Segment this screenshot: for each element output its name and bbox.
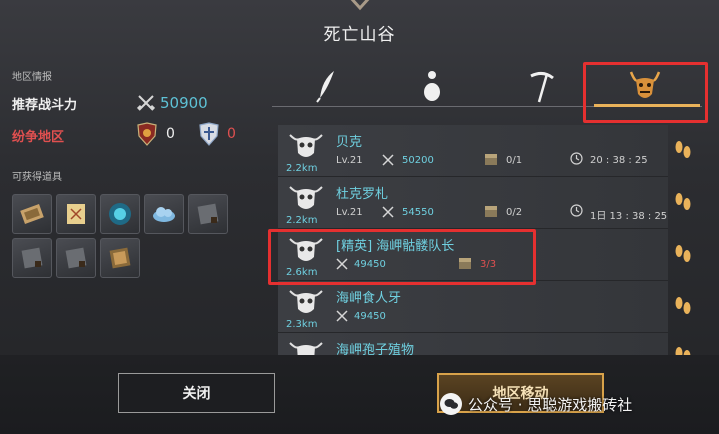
wechat-icon [440, 393, 462, 415]
cloud-icon [153, 207, 175, 222]
crossed-swords-icon [382, 206, 394, 218]
blue-orb-item[interactable] [100, 194, 140, 234]
bronze-box-item[interactable] [100, 238, 140, 278]
respawn-time: 20 : 38 : 25 [590, 155, 648, 166]
recommended-power-value: 50900 [160, 94, 208, 112]
figure-icon [424, 71, 440, 101]
monster-name: 海岬孢子殖物 [336, 343, 415, 355]
clock-icon [570, 204, 583, 217]
gray-box-icon [21, 247, 43, 269]
chest-icon [485, 154, 497, 165]
distance: 2.2km [286, 215, 318, 226]
scythe-icon [530, 71, 554, 103]
crossed-swords-icon [336, 310, 348, 322]
monster-skull-icon [289, 290, 323, 313]
monster-level: Lv.21 [336, 207, 363, 218]
monster-power: 54550 [402, 207, 434, 218]
crossed-swords-icon [382, 154, 394, 166]
title-ornament-icon [350, 0, 370, 11]
distance: 2.3km [286, 319, 318, 330]
blue-faction-shield-icon [199, 122, 219, 146]
chest-icon [485, 206, 497, 217]
monster-power: 50200 [402, 155, 434, 166]
list-item[interactable]: 海岬孢子殖物 [278, 333, 668, 355]
treasure-map-item[interactable] [56, 194, 96, 234]
footprints-icon[interactable] [672, 294, 694, 318]
watermark-text: 公众号 · 思聪游戏搬砖社 [468, 395, 633, 414]
red-faction-count: 0 [166, 126, 175, 142]
monster-name: 杜克罗札 [336, 187, 389, 202]
tab-feather[interactable] [292, 60, 362, 112]
tab-figure[interactable] [397, 60, 467, 112]
bronze-box-icon [109, 247, 131, 269]
crossed-swords-icon [137, 95, 155, 111]
obtainable-items-label: 可获得道具 [12, 172, 62, 183]
footprints-icon[interactable] [672, 138, 694, 162]
treasure-map-icon [67, 204, 85, 224]
monster-level: Lv.21 [336, 155, 363, 166]
monster-power: 49450 [354, 311, 386, 322]
gray-box-icon [65, 247, 87, 269]
gray-box-icon [197, 203, 219, 225]
scroll-map-item[interactable] [12, 194, 52, 234]
footprints-icon[interactable] [672, 242, 694, 266]
monster-name: 海岬食人牙 [336, 291, 402, 306]
monster-skull-icon [289, 186, 323, 209]
close-button[interactable]: 关闭 [118, 373, 275, 413]
kill-count: 0/2 [506, 207, 523, 218]
list-item[interactable]: 2.2km 贝克 Lv.21 50200 0/1 20 : 38 : 25 [278, 125, 668, 177]
gray-box-item[interactable] [56, 238, 96, 278]
cloud-item[interactable] [144, 194, 184, 234]
footprints-icon[interactable] [672, 190, 694, 214]
tab-scythe[interactable] [507, 60, 577, 112]
active-tab-highlight-box [583, 62, 708, 123]
feather-icon [316, 71, 334, 103]
scroll-map-icon [20, 204, 44, 224]
recommended-power-label: 推荐战斗力 [12, 98, 78, 113]
blue-faction-count: 0 [227, 126, 236, 142]
list-item[interactable]: 2.2km 杜克罗札 Lv.21 54550 0/2 1日 13 : 38 : … [278, 177, 668, 229]
gray-box-item[interactable] [12, 238, 52, 278]
monster-name: 贝克 [336, 135, 363, 150]
respawn-time: 1日 13 : 38 : 25 [590, 211, 668, 222]
red-faction-shield-icon [137, 122, 157, 146]
page-title: 死亡山谷 [323, 25, 396, 45]
region-info-label: 地区情报 [12, 72, 52, 83]
blue-orb-icon [109, 203, 131, 225]
monster-skull-icon [289, 342, 323, 355]
gray-box-item[interactable] [188, 194, 228, 234]
list-item[interactable]: 2.3km 海岬食人牙 49450 [278, 281, 668, 333]
monster-skull-icon [289, 134, 323, 157]
watermark: 公众号 · 思聪游戏搬砖社 [440, 392, 632, 416]
kill-count: 0/1 [506, 155, 523, 166]
clock-icon [570, 152, 583, 165]
distance: 2.2km [286, 163, 318, 174]
elite-entry-highlight-box [268, 229, 536, 285]
dispute-region-label: 纷争地区 [12, 130, 65, 145]
